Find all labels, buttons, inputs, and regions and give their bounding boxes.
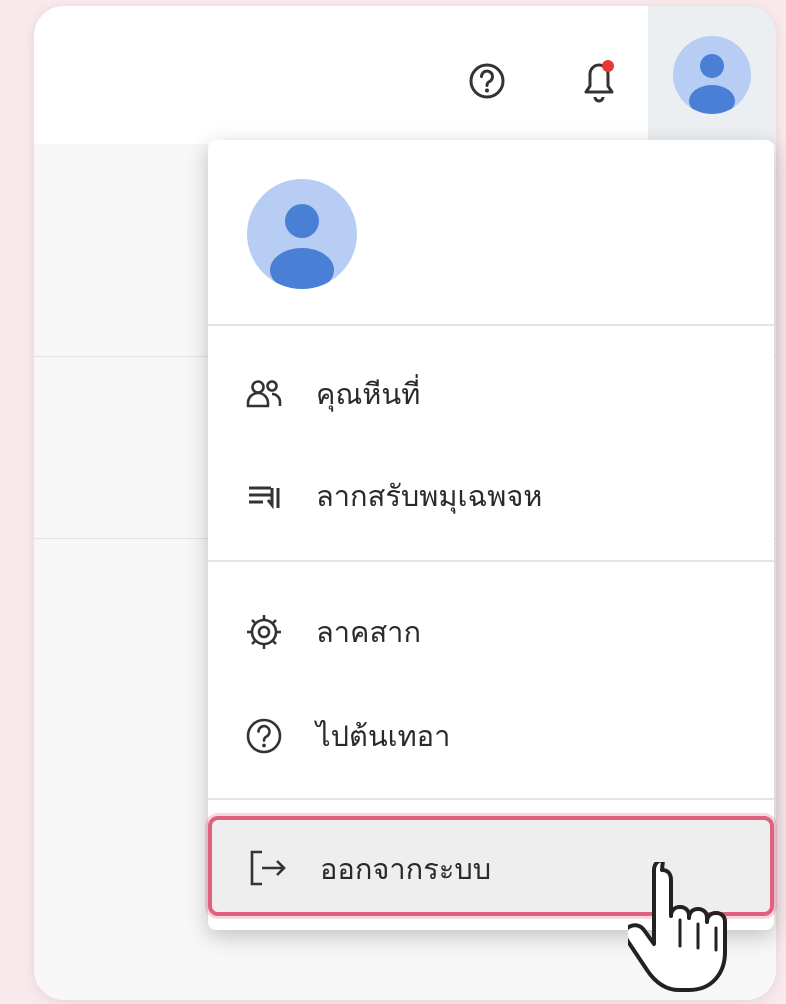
notification-badge bbox=[602, 60, 614, 72]
user-avatar-icon bbox=[673, 36, 751, 114]
people-icon bbox=[242, 372, 286, 416]
help-circle-icon bbox=[242, 714, 286, 758]
bell-icon bbox=[584, 60, 614, 103]
logout-arrow-icon bbox=[246, 846, 290, 890]
top-bar bbox=[34, 6, 776, 145]
help-circle-icon bbox=[469, 63, 505, 99]
menu-item-help[interactable]: ไปต้นเทอา bbox=[208, 690, 774, 782]
menu-item-label: ลาคสาก bbox=[316, 615, 421, 649]
account-menu: คุณหีนที่ ลากสรับพมุเฉพจห ลาคสาก ไปต้นเท… bbox=[208, 140, 774, 930]
menu-divider bbox=[208, 324, 774, 326]
help-button[interactable] bbox=[460, 54, 514, 108]
queue-icon bbox=[242, 474, 286, 518]
account-name bbox=[398, 196, 638, 226]
menu-item-label: ลากสรับพมุเฉพจห bbox=[316, 479, 543, 513]
logout-label: ออกจากระบบ bbox=[320, 852, 492, 886]
menu-item-label: คุณหีนที่ bbox=[316, 377, 421, 411]
account-button[interactable] bbox=[648, 6, 776, 144]
menu-item-label: ไปต้นเทอา bbox=[316, 719, 451, 753]
settings-gear-icon bbox=[242, 610, 286, 654]
menu-item-queue[interactable]: ลากสรับพมุเฉพจห bbox=[208, 450, 774, 542]
menu-divider bbox=[208, 798, 774, 800]
account-avatar-icon bbox=[247, 179, 357, 289]
notifications-button[interactable] bbox=[570, 48, 628, 112]
menu-item-settings[interactable]: ลาคสาก bbox=[208, 586, 774, 678]
menu-item-people[interactable]: คุณหีนที่ bbox=[208, 348, 774, 440]
hand-pointer-cursor bbox=[628, 862, 727, 992]
account-email bbox=[398, 244, 738, 270]
menu-divider bbox=[208, 560, 774, 562]
